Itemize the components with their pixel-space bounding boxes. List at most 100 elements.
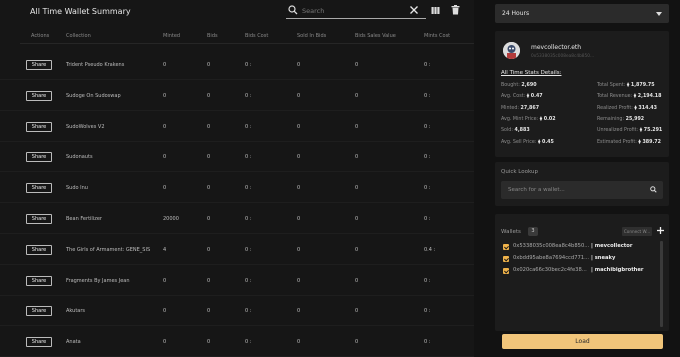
share-button[interactable]: Share	[26, 337, 52, 348]
cell-bids: 0	[207, 154, 211, 161]
cell-mints-cost: 0 :	[424, 216, 431, 222]
cell-mints-cost: 0 :	[424, 92, 431, 99]
cell-bids: 0	[207, 277, 211, 284]
connect-wallet-button[interactable]: Connect W...	[622, 227, 652, 236]
cell-mints-cost: 0 :	[424, 154, 431, 161]
cell-collection: Fragments By James Jean	[66, 277, 130, 284]
cell-bids: 0	[207, 185, 211, 192]
share-button[interactable]: Share	[26, 244, 52, 255]
stat-label: Total Spent:	[597, 83, 626, 88]
wallet-search-input[interactable]: Search for a wallet...	[501, 181, 663, 199]
share-button[interactable]: Share	[26, 60, 52, 70]
column-header-collection[interactable]: Collection	[66, 33, 91, 39]
wallet-item[interactable]: 0x020ca66c30bec2c4fe38... | machibigbroth…	[503, 267, 653, 277]
wallet-item[interactable]: 0x5338035c008ea8c4b850... | mevcollector	[503, 243, 653, 253]
page-title: All Time Wallet Summary	[30, 7, 131, 16]
stat-value: 2,690	[521, 83, 537, 88]
cell-bids: 0	[207, 339, 211, 346]
load-button[interactable]: Load	[502, 334, 663, 349]
stat-label: Remaining:	[597, 116, 625, 122]
share-button[interactable]: Share	[26, 275, 52, 286]
cell-mints-cost: 0 :	[424, 339, 431, 346]
stat-value: 27,867	[520, 105, 540, 111]
column-header-mints-cost[interactable]: Mints Cost	[424, 33, 450, 39]
stat-value: ⧫ 389.72	[638, 139, 661, 145]
cell-minted: 4	[163, 246, 167, 253]
column-header-sold-in-bids[interactable]: Sold In Bids	[297, 33, 326, 39]
search-icon[interactable]	[650, 186, 657, 193]
cell-bids-cost: 0 :	[245, 123, 252, 130]
column-header-minted[interactable]: Minted	[163, 33, 180, 39]
search-icon	[288, 5, 298, 15]
stat-label: Minted:	[501, 105, 520, 111]
cell-bids-sales-value: 0	[355, 92, 359, 99]
cell-collection: Akutars	[66, 308, 86, 315]
table-row: Share Anata 0 0 0 : 0 0 0 :	[0, 327, 474, 357]
cell-mints-cost: 0 :	[424, 123, 431, 130]
cell-minted: 0	[163, 308, 167, 315]
cell-collection: The Girls of Armament: GENE_SIS	[66, 246, 151, 253]
column-header-bids[interactable]: Bids	[207, 33, 218, 39]
cell-bids-cost: 0 :	[245, 92, 252, 99]
profile-address: 0x5338035c008ea8c4b850...	[531, 54, 595, 59]
stat-value: ⧫ 75.291	[639, 128, 663, 134]
stat-value: ⧫ 2,194.18	[633, 94, 662, 100]
columns-icon[interactable]	[431, 6, 440, 15]
table-row: Share Trident Pseudo Krakens 0 0 0 : 0 0 0 :	[0, 50, 474, 80]
plus-icon[interactable]	[656, 226, 665, 235]
cell-bids-sales-value: 0	[355, 246, 359, 253]
cell-sold-in-bids: 0	[297, 185, 301, 192]
cell-bids: 0	[207, 92, 211, 99]
cell-collection: SudoWolves V2	[66, 123, 105, 130]
period-select[interactable]: 24 Hours	[495, 4, 669, 23]
wallet-checkbox[interactable]	[503, 268, 509, 274]
cell-minted: 0	[163, 185, 167, 192]
cell-minted: 0	[163, 339, 167, 346]
wallet-search-placeholder: Search for a wallet...	[508, 187, 565, 193]
cell-bids-cost: 0 :	[245, 277, 252, 284]
close-icon[interactable]	[409, 5, 419, 15]
wallet-list-scrollbar[interactable]	[660, 241, 663, 327]
table-row: Share Sudo Inu 0 0 0 : 0 0 0 :	[0, 173, 474, 204]
cell-bids-sales-value: 0	[355, 154, 359, 161]
wallet-address: 0x5338035c008ea8c4b850...	[513, 243, 589, 249]
stat-item: Realized Profit: ⧫ 314.43	[597, 106, 657, 111]
wallet-summary-panel: All Time Wallet Summary Actions Collecti…	[0, 0, 474, 357]
search-input[interactable]	[302, 4, 402, 18]
share-button[interactable]: Share	[26, 183, 52, 194]
cell-collection: Sudoge On Sudoswap	[66, 92, 121, 99]
share-button[interactable]: Share	[26, 214, 52, 224]
stat-value: ⧫ 1,879.75	[626, 83, 655, 88]
share-button[interactable]: Share	[26, 306, 52, 317]
share-button[interactable]: Share	[26, 152, 52, 163]
stat-item: Remaining: 25,992	[597, 117, 644, 122]
wallet-checkbox[interactable]	[503, 244, 509, 250]
cell-bids-sales-value: 0	[355, 277, 359, 284]
trash-icon[interactable]	[451, 5, 460, 15]
profile-name: mevcollector.eth	[531, 44, 582, 51]
stat-value: ⧫ 314.43	[634, 105, 657, 111]
cell-bids-sales-value: 0	[355, 123, 359, 130]
share-button[interactable]: Share	[26, 90, 52, 101]
caret-down-icon	[656, 12, 662, 16]
wallet-name: | mevcollector	[591, 243, 633, 249]
cell-bids-sales-value: 0	[355, 339, 359, 346]
cell-mints-cost: 0 :	[424, 185, 431, 192]
cell-mints-cost: 0 :	[424, 62, 431, 68]
column-header-actions[interactable]: Actions	[31, 33, 49, 39]
stat-value: ⧫ 0.47	[526, 94, 543, 100]
column-header-bids-sales-value[interactable]: Bids Sales Value	[355, 33, 396, 39]
column-header-bids-cost[interactable]: Bids Cost	[245, 33, 268, 39]
cell-minted: 0	[163, 92, 167, 99]
table-row: Share Sudonauts 0 0 0 : 0 0 0 :	[0, 142, 474, 173]
stat-item: Avg. Cost: ⧫ 0.47	[501, 94, 543, 99]
wallet-checkbox[interactable]	[503, 256, 509, 262]
wallet-item[interactable]: 0xbdd95abe8a7694ccd771... | sneaky	[503, 255, 653, 265]
share-button[interactable]: Share	[26, 121, 52, 132]
period-select-value: 24 Hours	[502, 10, 530, 17]
cell-bids-cost: 0 :	[245, 308, 252, 315]
stat-label: Unrealized Profit:	[597, 128, 639, 134]
stats-heading: All Time Stats Details:	[501, 70, 562, 76]
search-field[interactable]	[286, 4, 426, 19]
wallet-address: 0xbdd95abe8a7694ccd771...	[513, 255, 589, 261]
